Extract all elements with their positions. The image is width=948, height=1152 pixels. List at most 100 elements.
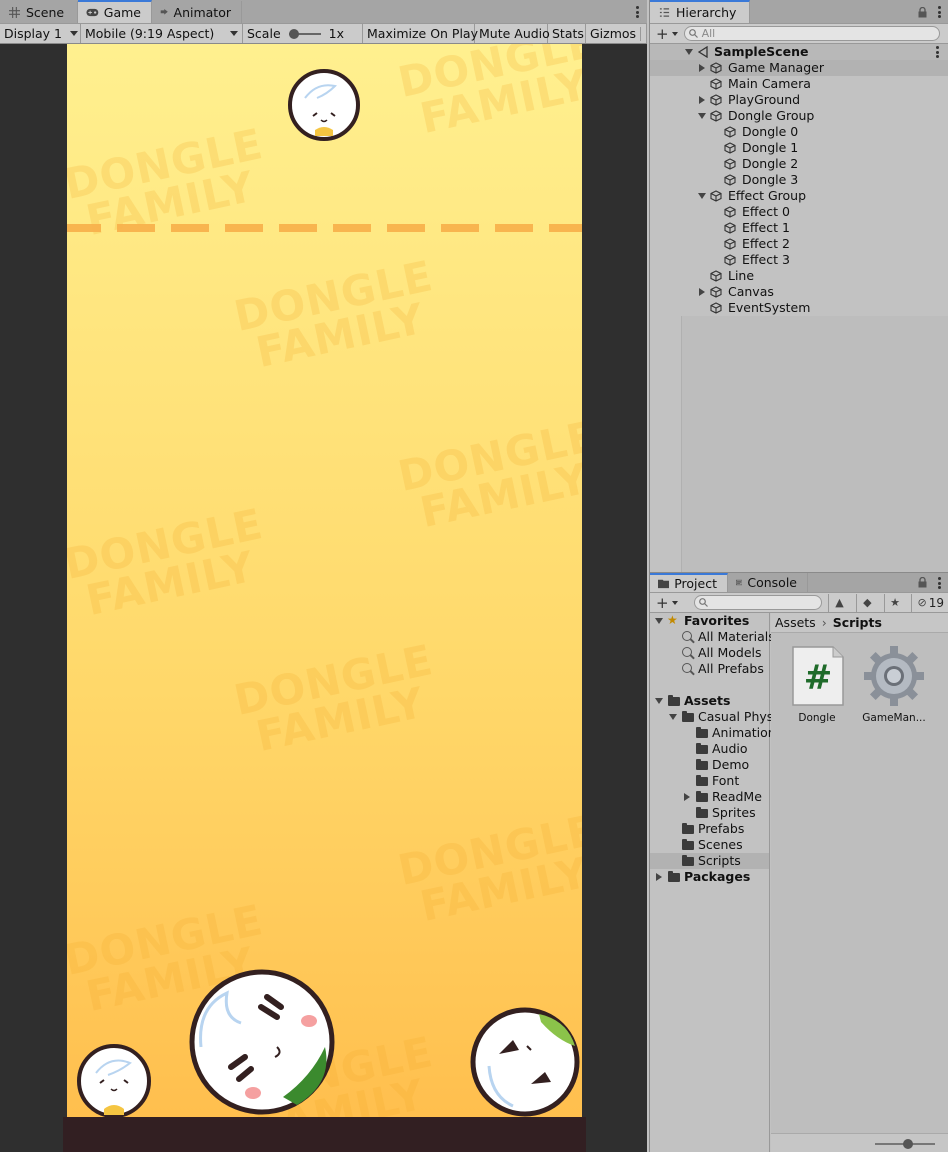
fold-arrow-icon[interactable] xyxy=(655,698,663,704)
tab-animator[interactable]: Animator xyxy=(152,1,242,23)
hierarchy-item[interactable]: Dongle 1 xyxy=(650,140,948,156)
packages-row[interactable]: Packages xyxy=(650,869,769,885)
packages-label: Packages xyxy=(684,869,751,884)
create-dropdown[interactable]: + xyxy=(656,594,678,612)
folder-icon xyxy=(658,579,670,589)
project-folder-item[interactable]: ReadMe xyxy=(650,789,769,805)
scene-menu-icon[interactable] xyxy=(936,46,939,58)
fold-arrow-icon[interactable] xyxy=(698,113,706,119)
fold-arrow-icon[interactable] xyxy=(685,49,693,55)
favorite-item[interactable]: All Models xyxy=(650,645,769,661)
tab-project-label: Project xyxy=(674,576,717,591)
tab-scene[interactable]: Scene xyxy=(0,1,78,23)
chevron-down-icon xyxy=(70,31,79,36)
tab-hierarchy[interactable]: Hierarchy xyxy=(650,0,750,23)
hierarchy-search-input[interactable]: All xyxy=(683,26,940,41)
folder-icon xyxy=(696,727,708,738)
hierarchy-item[interactable]: Game Manager xyxy=(650,60,948,76)
watermark: DONGLE FAMILY xyxy=(229,635,438,762)
favorite-item[interactable]: All Materials xyxy=(650,629,775,645)
favorites-row[interactable]: ★ Favorites xyxy=(650,613,769,629)
create-dropdown[interactable]: + xyxy=(656,25,678,43)
fold-arrow-icon[interactable] xyxy=(655,618,663,624)
maximize-on-play-button[interactable]: Maximize On Play xyxy=(363,24,478,43)
mute-audio-button[interactable]: Mute Audio xyxy=(475,24,550,43)
project-folder-item[interactable]: Scripts xyxy=(650,853,769,869)
breadcrumb-scripts[interactable]: Scripts xyxy=(833,615,882,630)
project-folder-label: ReadMe xyxy=(712,789,762,804)
project-folder-item[interactable]: Scenes xyxy=(650,837,769,853)
lock-icon[interactable] xyxy=(918,7,927,18)
filter-by-label-icon[interactable]: ◆ xyxy=(855,593,878,612)
hierarchy-item-label: Effect 0 xyxy=(742,204,790,219)
ground xyxy=(63,1117,586,1152)
fold-arrow-icon[interactable] xyxy=(656,873,662,881)
breadcrumb-assets[interactable]: Assets xyxy=(775,615,816,630)
project-folder-label: Scenes xyxy=(698,837,743,852)
asset-dongle-script[interactable]: # Dongle xyxy=(782,645,852,724)
scale-slider-thumb[interactable] xyxy=(288,28,299,39)
hidden-count: 19 xyxy=(928,595,944,610)
project-folder-label: Demo xyxy=(712,757,750,772)
favorite-item[interactable]: All Prefabs xyxy=(650,661,769,677)
project-search-input[interactable] xyxy=(693,595,823,610)
hierarchy-item-label: Effect 2 xyxy=(742,236,790,251)
hierarchy-item-label: Dongle 1 xyxy=(742,140,799,155)
hierarchy-item[interactable]: Main Camera xyxy=(650,76,948,92)
filter-by-type-icon[interactable]: ▲ xyxy=(828,593,850,612)
tab-project[interactable]: Project xyxy=(650,573,728,592)
favorite-star-icon[interactable]: ★ xyxy=(883,593,906,612)
hierarchy-item[interactable]: EventSystem xyxy=(650,300,948,316)
project-panel: Project Console + ▲ ◆ ★ ⊘ 19 ★ Favorites… xyxy=(649,572,948,1152)
hierarchy-item[interactable]: Effect 1 xyxy=(650,220,948,236)
stats-button[interactable]: Stats xyxy=(548,24,586,43)
hierarchy-item[interactable]: Dongle 0 xyxy=(650,124,948,140)
tab-game[interactable]: Game xyxy=(78,0,152,23)
hierarchy-item[interactable]: Effect 2 xyxy=(650,236,948,252)
tab-console[interactable]: Console xyxy=(728,573,808,592)
project-folder-item[interactable]: Casual Phys xyxy=(650,709,773,725)
hidden-packages-toggle[interactable]: ⊘ 19 xyxy=(911,593,948,612)
assets-row[interactable]: Assets xyxy=(650,693,769,709)
scene-row[interactable]: SampleScene xyxy=(650,44,948,60)
hierarchy-item[interactable]: Effect 0 xyxy=(650,204,948,220)
hierarchy-item-label: Effect 3 xyxy=(742,252,790,267)
scale-slider[interactable] xyxy=(288,28,321,39)
star-icon: ★ xyxy=(667,613,678,627)
hierarchy-toolbar: + All xyxy=(650,24,948,44)
hierarchy-item[interactable]: Dongle 3 xyxy=(650,172,948,188)
display-value: Display 1 xyxy=(4,26,63,41)
game-canvas[interactable]: DONGLE FAMILY DONGLE FAMILY DONGLE FAMILY D… xyxy=(67,44,582,1117)
hierarchy-item[interactable]: Dongle 2 xyxy=(650,156,948,172)
hierarchy-item[interactable]: PlayGround xyxy=(650,92,948,108)
game-menu-icon[interactable] xyxy=(636,6,639,18)
hierarchy-item[interactable]: Line xyxy=(650,268,948,284)
lock-icon[interactable] xyxy=(918,577,927,588)
hierarchy-item[interactable]: Effect Group xyxy=(650,188,948,204)
project-folder-item[interactable]: Prefabs xyxy=(650,821,769,837)
fold-arrow-icon[interactable] xyxy=(699,96,705,104)
hierarchy-item[interactable]: Dongle Group xyxy=(650,108,948,124)
fold-arrow-icon[interactable] xyxy=(699,64,705,72)
hierarchy-item[interactable]: Effect 3 xyxy=(650,252,948,268)
hierarchy-item[interactable]: Canvas xyxy=(650,284,948,300)
fold-arrow-icon[interactable] xyxy=(698,193,706,199)
project-folder-item[interactable]: Animation xyxy=(650,725,776,741)
hierarchy-menu-icon[interactable] xyxy=(938,6,941,18)
display-dropdown[interactable]: Display 1 xyxy=(0,24,81,43)
aspect-dropdown[interactable]: Mobile (9:19 Aspect) xyxy=(81,24,243,43)
fold-arrow-icon[interactable] xyxy=(699,288,705,296)
project-folder-item[interactable]: Audio xyxy=(650,741,769,757)
gizmos-dropdown[interactable]: Gizmos xyxy=(586,24,647,43)
gameobject-cube-icon xyxy=(724,206,736,218)
project-folder-item[interactable]: Sprites xyxy=(650,805,769,821)
project-folder-item[interactable]: Font xyxy=(650,773,769,789)
fold-arrow-icon[interactable] xyxy=(669,714,677,720)
fold-arrow-icon[interactable] xyxy=(684,793,690,801)
asset-gamemanager[interactable]: GameMan... xyxy=(859,645,929,724)
icon-size-slider-thumb[interactable] xyxy=(903,1139,913,1149)
project-menu-icon[interactable] xyxy=(938,577,941,589)
icon-size-slider[interactable] xyxy=(771,1133,948,1152)
project-folder-item[interactable]: Demo xyxy=(650,757,769,773)
hierarchy-item-label: Effect Group xyxy=(728,188,807,203)
